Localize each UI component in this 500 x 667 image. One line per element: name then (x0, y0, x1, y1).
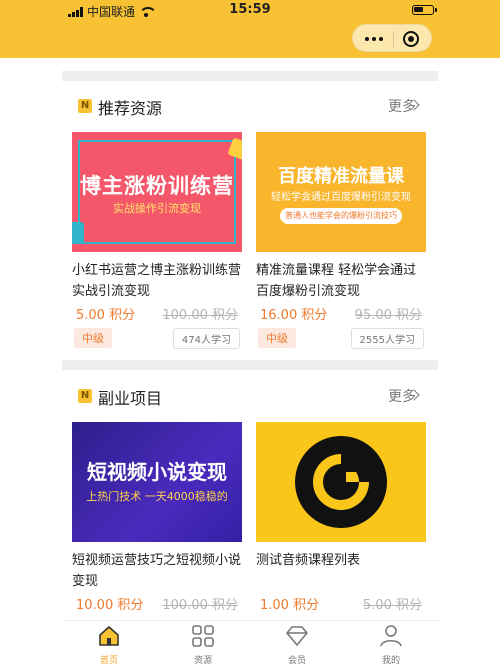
grid-icon (191, 625, 215, 647)
home-icon (97, 625, 121, 647)
tab-label: 资源 (193, 656, 212, 666)
more-link[interactable]: 更多 (368, 381, 438, 411)
course-thumbnail: 百度精准流量课 轻松学会通过百度爆粉引流变现 普通人也能学会的爆粉引流技巧 (256, 132, 426, 252)
tab-label: 会员 (287, 656, 306, 666)
tab-membership[interactable]: 会员 (250, 625, 344, 666)
tab-home[interactable]: 首页 (62, 625, 156, 666)
battery-icon (412, 5, 437, 15)
course-thumbnail (256, 422, 426, 542)
section-flag-icon: N (78, 389, 92, 403)
miniprogram-capsule (352, 24, 432, 52)
section-flag-icon: N (78, 99, 92, 113)
status-bar: 中国联通 15:59 (0, 0, 500, 20)
tab-profile[interactable]: 我的 (344, 625, 438, 666)
course-old-price: 5.00 积分 (362, 598, 422, 613)
level-badge: 中级 (258, 328, 296, 348)
level-badge: 中级 (74, 328, 112, 348)
course-price: 5.00 积分 (76, 308, 136, 323)
close-miniprogram-icon[interactable] (403, 31, 419, 47)
section-header-recommended: N 推荐资源 更多 (62, 91, 438, 121)
brand-logo-icon (295, 436, 387, 528)
tab-label: 首页 (99, 656, 118, 666)
person-icon (379, 625, 403, 647)
course-old-price: 100.00 积分 (162, 308, 238, 323)
app-header: 中国联通 15:59 (0, 0, 500, 58)
bottom-tab-bar: 首页 资源 会员 我的 (62, 620, 438, 667)
section-title: 推荐资源 (98, 99, 163, 118)
section-divider (62, 360, 438, 370)
learners-count: 474人学习 (172, 328, 240, 349)
thumb-subtitle: 轻松学会通过百度爆粉引流变现 (271, 192, 411, 203)
thumb-tag: 普通人也能学会的爆粉引流技巧 (280, 208, 402, 224)
more-menu-icon[interactable] (365, 37, 383, 41)
section-title: 副业项目 (98, 389, 163, 408)
course-price: 10.00 积分 (76, 598, 144, 613)
thumb-title: 短视频小说变现 (87, 460, 227, 484)
course-thumbnail: 短视频小说变现 上热门技术 一天4000稳稳的 (72, 422, 242, 542)
more-link[interactable]: 更多 (368, 91, 438, 121)
course-price: 16.00 积分 (260, 308, 328, 323)
diamond-icon (285, 625, 309, 647)
course-thumbnail: 博主涨粉训练营 实战操作引流变现 (72, 132, 242, 252)
thumb-title: 博主涨粉训练营 (80, 174, 234, 198)
course-name: 短视频运营技巧之短视频小说变现 (72, 553, 242, 589)
course-price: 1.00 积分 (260, 598, 320, 613)
tab-resources[interactable]: 资源 (156, 625, 250, 666)
course-old-price: 95.00 积分 (354, 308, 422, 323)
course-old-price: 100.00 积分 (162, 598, 238, 613)
section-header-side-projects: N 副业项目 更多 (62, 381, 438, 411)
section-divider (62, 71, 438, 81)
thumb-subtitle: 实战操作引流变现 (113, 202, 201, 215)
course-name: 测试音频课程列表 (256, 553, 361, 568)
thumb-title: 百度精准流量课 (278, 166, 404, 187)
capsule-divider (393, 31, 394, 47)
learners-count: 2555人学习 (350, 328, 424, 349)
thumb-subtitle: 上热门技术 一天4000稳稳的 (86, 490, 228, 503)
course-name: 小红书运营之博主涨粉训练营 实战引流变现 (72, 263, 242, 299)
course-name: 精准流量课程 轻松学会通过百度爆粉引流变现 (256, 263, 417, 299)
tab-label: 我的 (381, 656, 400, 666)
